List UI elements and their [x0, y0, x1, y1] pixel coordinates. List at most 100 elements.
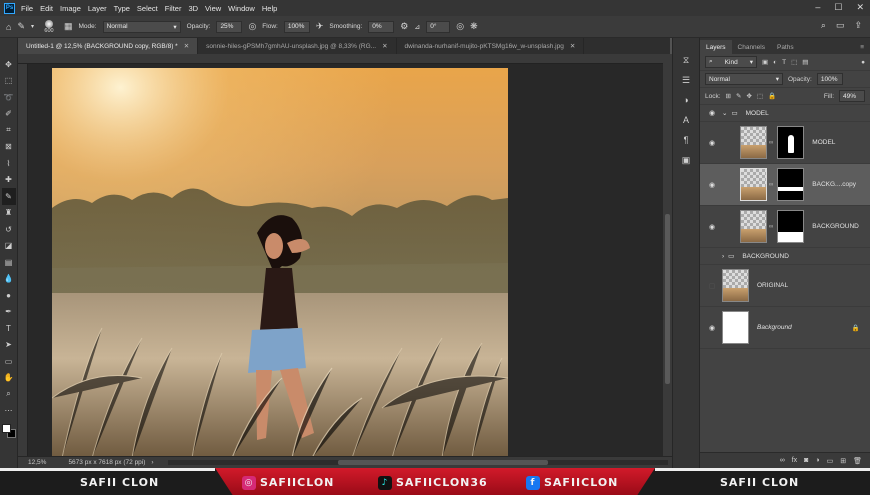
- share-icon[interactable]: ⇪: [854, 20, 862, 31]
- color-swatches[interactable]: [1, 423, 17, 441]
- horizontal-ruler[interactable]: [18, 54, 663, 64]
- eye-icon[interactable]: ◉: [707, 181, 717, 189]
- chevron-right-icon[interactable]: ›: [722, 253, 724, 260]
- scrollbar-thumb[interactable]: [665, 214, 670, 384]
- tab-sonnie-hiles[interactable]: sonnie-hiles-gPSMh7gmhAU-unsplash.jpg @ …: [198, 38, 397, 54]
- rectangle-tool-icon[interactable]: ▭: [2, 353, 16, 370]
- history-panel-icon[interactable]: ⧖: [678, 52, 694, 68]
- libraries-panel-icon[interactable]: ▣: [678, 152, 694, 168]
- lock-artboard-icon[interactable]: ⬚: [757, 92, 763, 100]
- chevron-down-icon[interactable]: ⌄: [722, 109, 727, 117]
- menu-view[interactable]: View: [205, 4, 221, 13]
- filter-adjustment-icon[interactable]: ◐: [773, 59, 777, 66]
- quick-select-tool-icon[interactable]: ✐: [2, 106, 16, 123]
- layer-background-base[interactable]: ◉ Background 🔒: [700, 307, 870, 349]
- symmetry-icon[interactable]: ❋: [470, 21, 478, 32]
- zoom-level[interactable]: 12,5%: [28, 459, 46, 466]
- type-tool-icon[interactable]: T: [2, 320, 16, 337]
- layer-mask-thumbnail[interactable]: [777, 126, 805, 159]
- blend-mode-select[interactable]: Normal ▾: [705, 73, 783, 85]
- tab-layers[interactable]: Layers: [700, 40, 732, 54]
- menu-file[interactable]: File: [21, 4, 33, 13]
- menu-window[interactable]: Window: [228, 4, 255, 13]
- horizontal-scrollbar[interactable]: [168, 460, 668, 465]
- layer-mask-thumbnail[interactable]: [777, 168, 805, 201]
- panel-menu-icon[interactable]: ≡: [854, 40, 870, 54]
- pressure-size-icon[interactable]: ◎: [456, 21, 464, 32]
- new-layer-icon[interactable]: ⊞: [840, 457, 846, 465]
- opacity-input[interactable]: 25%: [216, 20, 243, 33]
- vertical-scrollbar[interactable]: [663, 54, 672, 456]
- adjustments-panel-icon[interactable]: ◑: [678, 92, 694, 108]
- fx-icon[interactable]: fx: [792, 457, 797, 464]
- menu-layer[interactable]: Layer: [88, 4, 107, 13]
- clone-stamp-tool-icon[interactable]: ♜: [2, 205, 16, 222]
- menu-filter[interactable]: Filter: [165, 4, 182, 13]
- filter-smart-object-icon[interactable]: ▤: [802, 58, 808, 66]
- paragraph-panel-icon[interactable]: ¶: [678, 132, 694, 148]
- document-canvas[interactable]: [52, 68, 508, 458]
- smoothing-input[interactable]: 0%: [368, 20, 395, 33]
- eyedropper-tool-icon[interactable]: ⌇: [2, 155, 16, 172]
- zoom-tool-icon[interactable]: ⌕: [2, 386, 16, 403]
- eye-icon[interactable]: ◉: [707, 324, 717, 332]
- adjustment-layer-icon[interactable]: ◑: [815, 457, 819, 464]
- document-dimensions[interactable]: 5673 px x 7618 px (72 ppi): [68, 459, 145, 466]
- close-tab-icon[interactable]: ✕: [570, 42, 575, 50]
- filter-pixel-icon[interactable]: ▣: [762, 58, 768, 66]
- filter-type-icon[interactable]: T: [782, 59, 786, 66]
- menu-help[interactable]: Help: [262, 4, 277, 13]
- foreground-color-swatch[interactable]: [1, 424, 11, 433]
- layer-background-copy[interactable]: ◉ ∞ BACKG....copy: [700, 164, 870, 206]
- marquee-tool-icon[interactable]: ⬚: [2, 73, 16, 90]
- add-mask-icon[interactable]: ◙: [804, 457, 808, 464]
- link-icon[interactable]: ∞: [769, 140, 773, 146]
- menu-edit[interactable]: Edit: [40, 4, 53, 13]
- close-tab-icon[interactable]: ✕: [184, 42, 189, 50]
- blur-tool-icon[interactable]: 💧: [2, 271, 16, 288]
- layer-model[interactable]: ◉ ∞ MODEL: [700, 122, 870, 164]
- airbrush-icon[interactable]: ✈: [316, 21, 324, 32]
- eraser-tool-icon[interactable]: ◪: [2, 238, 16, 255]
- brush-tool-icon[interactable]: ✎: [1, 188, 16, 205]
- link-icon[interactable]: ∞: [769, 224, 773, 230]
- menu-image[interactable]: Image: [60, 4, 81, 13]
- healing-brush-tool-icon[interactable]: ✚: [2, 172, 16, 189]
- fill-input[interactable]: 49%: [839, 90, 865, 102]
- layer-group-background[interactable]: › ▭ BACKGROUND: [700, 248, 870, 265]
- tab-dwinanda-nurhanif[interactable]: dwinanda-nurhanif-mujito-pKTSMg16w_w-uns…: [397, 38, 585, 54]
- menu-type[interactable]: Type: [114, 4, 130, 13]
- filter-kind-select[interactable]: ⌕ Kind ▾: [705, 56, 757, 68]
- lock-transparent-icon[interactable]: ⊞: [726, 92, 731, 100]
- lock-image-icon[interactable]: ✎: [736, 92, 741, 100]
- brush-settings-icon[interactable]: ▦: [64, 21, 73, 32]
- tab-untitled-1[interactable]: Untitled-1 @ 12,5% (BACKGROUND copy, RGB…: [18, 38, 199, 54]
- search-icon[interactable]: ⌕: [821, 20, 826, 31]
- eye-icon[interactable]: ◉: [707, 223, 717, 231]
- filter-toggle-icon[interactable]: ●: [861, 59, 865, 66]
- scrollbar-thumb[interactable]: [338, 460, 548, 465]
- link-layers-icon[interactable]: ∞: [780, 457, 785, 464]
- layer-mask-thumbnail[interactable]: [777, 210, 805, 243]
- lock-position-icon[interactable]: ✥: [746, 92, 751, 100]
- tab-paths[interactable]: Paths: [771, 40, 800, 54]
- layer-opacity-input[interactable]: 100%: [816, 73, 843, 85]
- brush-tool-icon[interactable]: ✎: [17, 21, 25, 32]
- hand-tool-icon[interactable]: ✋: [2, 370, 16, 387]
- layer-original[interactable]: ▢ ORIGINAL: [700, 265, 870, 307]
- flow-input[interactable]: 100%: [283, 20, 310, 33]
- pen-tool-icon[interactable]: ✒: [2, 304, 16, 321]
- move-tool-icon[interactable]: ✥: [2, 56, 16, 73]
- vertical-ruler[interactable]: [18, 64, 28, 456]
- history-brush-tool-icon[interactable]: ↺: [2, 221, 16, 238]
- trash-icon[interactable]: 🗑: [853, 457, 862, 465]
- path-select-tool-icon[interactable]: ➤: [2, 337, 16, 354]
- dodge-tool-icon[interactable]: ●: [2, 287, 16, 304]
- eye-icon[interactable]: ◉: [707, 109, 717, 117]
- close-icon[interactable]: ✕: [856, 2, 864, 13]
- status-chevron-icon[interactable]: ›: [151, 459, 153, 466]
- eye-hidden-icon[interactable]: ▢: [707, 282, 717, 290]
- brush-preset-picker[interactable]: 600: [40, 19, 58, 34]
- lasso-tool-icon[interactable]: ➰: [2, 89, 16, 106]
- gradient-tool-icon[interactable]: ▤: [2, 254, 16, 271]
